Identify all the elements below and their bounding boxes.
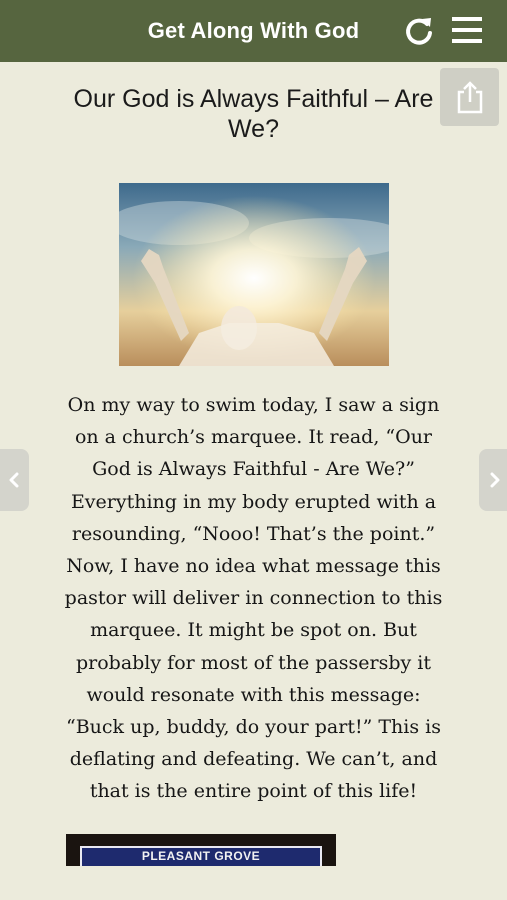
share-icon	[457, 81, 483, 114]
chevron-left-icon	[9, 472, 19, 488]
refresh-icon	[406, 18, 432, 45]
article-body: On my way to swim today, I saw a sign on…	[64, 394, 443, 803]
hero-image	[119, 183, 389, 366]
sign-text: PLEASANT GROVE	[141, 849, 261, 863]
menu-button[interactable]	[448, 12, 486, 50]
share-button[interactable]	[440, 68, 499, 126]
hamburger-menu-icon	[452, 17, 482, 43]
bottom-strip	[0, 866, 507, 900]
article-title: Our God is Always Faithful – Are We?	[73, 85, 434, 143]
next-page-button[interactable]	[479, 449, 507, 511]
church-sign-image: PLEASANT GROVE	[66, 834, 336, 866]
refresh-button[interactable]	[400, 12, 438, 50]
app-header: Get Along With God	[0, 0, 507, 62]
previous-page-button[interactable]	[0, 449, 29, 511]
chevron-right-icon	[490, 472, 500, 488]
